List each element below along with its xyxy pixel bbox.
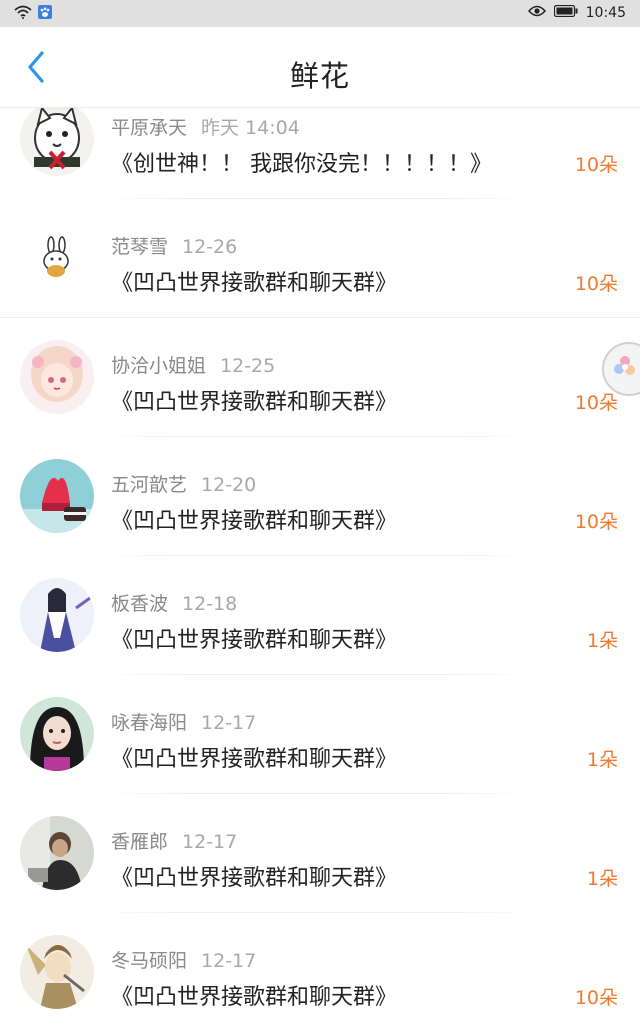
work-title[interactable]: 《凹凸世界接歌群和聊天群》 xyxy=(111,622,397,654)
flower-count: 1朵 xyxy=(586,749,618,771)
cat-avatar[interactable] xyxy=(20,102,94,176)
cake-avatar[interactable] xyxy=(20,459,94,533)
ancient-style-avatar[interactable] xyxy=(20,578,94,652)
work-title[interactable]: 《创世神！！ 我跟你没完！！！！！》 xyxy=(111,146,492,178)
work-title[interactable]: 《凹凸世界接歌群和聊天群》 xyxy=(111,384,397,416)
sent-date: 12-26 xyxy=(182,236,238,258)
work-title[interactable]: 《凹凸世界接歌群和聊天群》 xyxy=(111,860,397,892)
battery-icon xyxy=(553,4,578,21)
sender-line: 香雁郎 12-17 xyxy=(111,827,237,854)
portrait-avatar[interactable] xyxy=(20,697,94,771)
page-title: 鲜花 xyxy=(289,59,350,93)
status-bar: 10:45 xyxy=(0,0,640,27)
list-item[interactable]: 协洽小姐姐 12-25 《凹凸世界接歌群和聊天群》 10朵 xyxy=(0,318,640,437)
wifi-icon xyxy=(14,5,32,23)
status-right: 10:45 xyxy=(527,4,626,21)
flower-count: 10朵 xyxy=(574,511,618,533)
flower-icon xyxy=(612,354,638,384)
sender-name[interactable]: 咏春海阳 xyxy=(111,712,187,734)
sender-name[interactable]: 五河歆艺 xyxy=(111,474,187,496)
list-item[interactable]: 范琴雪 12-26 《凹凸世界接歌群和聊天群》 10朵 xyxy=(0,199,640,318)
photo-avatar[interactable] xyxy=(20,816,94,890)
sender-name[interactable]: 范琴雪 xyxy=(111,236,168,258)
list-item[interactable]: 五河歆艺 12-20 《凹凸世界接歌群和聊天群》 10朵 xyxy=(0,437,640,556)
bunny-avatar[interactable] xyxy=(20,221,94,295)
header-bar: 鲜花 xyxy=(0,27,640,108)
paw-app-icon xyxy=(38,5,52,23)
list-item[interactable]: 冬马硕阳 12-17 《凹凸世界接歌群和聊天群》 10朵 xyxy=(0,913,640,1032)
sender-name[interactable]: 协洽小姐姐 xyxy=(111,355,206,377)
flower-count: 1朵 xyxy=(586,630,618,652)
sender-name[interactable]: 冬马硕阳 xyxy=(111,950,187,972)
sender-line: 协洽小姐姐 12-25 xyxy=(111,351,275,378)
sent-date: 12-20 xyxy=(201,474,257,496)
flower-count: 10朵 xyxy=(574,392,618,414)
sender-name[interactable]: 板香波 xyxy=(111,593,168,615)
flower-count: 10朵 xyxy=(574,154,618,176)
sent-date: 12-18 xyxy=(182,593,238,615)
sender-name[interactable]: 平原承天 xyxy=(111,117,187,139)
work-title[interactable]: 《凹凸世界接歌群和聊天群》 xyxy=(111,979,397,1011)
sender-line: 冬马硕阳 12-17 xyxy=(111,946,256,973)
sent-date: 12-17 xyxy=(201,712,257,734)
list-item[interactable]: 咏春海阳 12-17 《凹凸世界接歌群和聊天群》 1朵 xyxy=(0,675,640,794)
sender-line: 咏春海阳 12-17 xyxy=(111,708,256,735)
warrior-avatar[interactable] xyxy=(20,935,94,1009)
sent-date: 12-17 xyxy=(201,950,257,972)
anime-girl-avatar[interactable] xyxy=(20,340,94,414)
work-title[interactable]: 《凹凸世界接歌群和聊天群》 xyxy=(111,265,397,297)
work-title[interactable]: 《凹凸世界接歌群和聊天群》 xyxy=(111,741,397,773)
flower-count: 1朵 xyxy=(586,868,618,890)
sent-date: 12-25 xyxy=(220,355,276,377)
work-title[interactable]: 《凹凸世界接歌群和聊天群》 xyxy=(111,503,397,535)
sent-date: 昨天 14:04 xyxy=(201,117,300,139)
sent-date: 12-17 xyxy=(182,831,238,853)
sender-line: 板香波 12-18 xyxy=(111,589,237,616)
list-item[interactable]: 香雁郎 12-17 《凹凸世界接歌群和聊天群》 1朵 xyxy=(0,794,640,913)
sender-name[interactable]: 香雁郎 xyxy=(111,831,168,853)
sender-line: 五河歆艺 12-20 xyxy=(111,470,256,497)
sender-line: 范琴雪 12-26 xyxy=(111,232,237,259)
flower-count: 10朵 xyxy=(574,987,618,1009)
clock: 10:45 xyxy=(585,5,626,21)
flower-count: 10朵 xyxy=(574,273,618,295)
status-left xyxy=(14,5,52,23)
eye-icon xyxy=(527,5,546,21)
sender-line: 平原承天 昨天 14:04 xyxy=(111,113,300,140)
list-item[interactable]: 板香波 12-18 《凹凸世界接歌群和聊天群》 1朵 xyxy=(0,556,640,675)
